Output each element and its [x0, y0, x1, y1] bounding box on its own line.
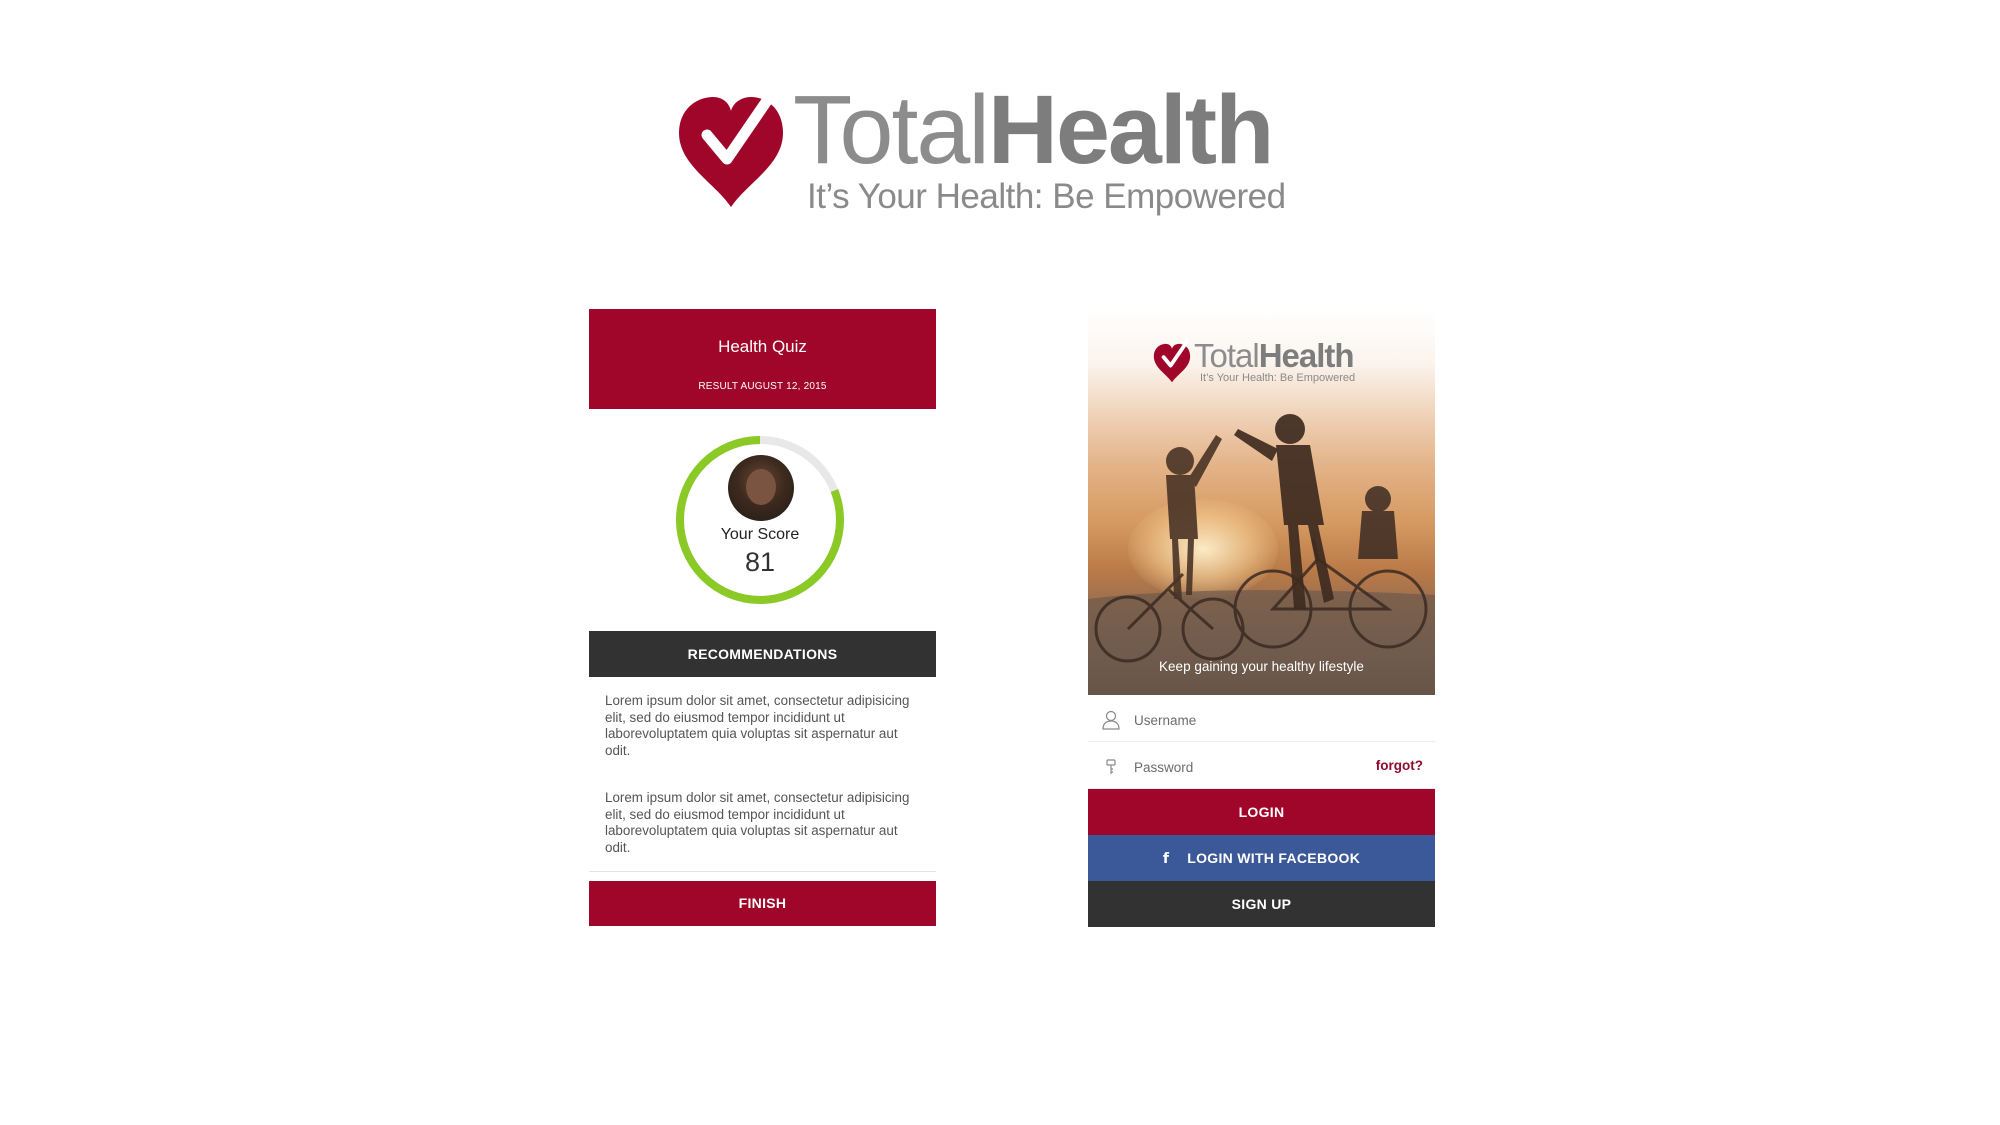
quiz-header: Health Quiz RESULT AUGUST 12, 2015: [589, 309, 936, 409]
sign-up-button[interactable]: SIGN UP: [1088, 881, 1435, 927]
password-field: forgot?: [1088, 745, 1435, 789]
score-value: 81: [744, 547, 776, 577]
heart-check-logo-icon: [1153, 339, 1191, 383]
forgot-password-link[interactable]: forgot?: [1376, 758, 1423, 773]
username-input[interactable]: [1134, 706, 1354, 734]
divider: [589, 871, 936, 872]
quiz-result-date: RESULT AUGUST 12, 2015: [698, 381, 827, 392]
username-field: [1088, 698, 1435, 742]
login-with-facebook-button[interactable]: f LOGIN WITH FACEBOOK: [1088, 835, 1435, 881]
brand-tagline: It’s Your Health: Be Empowered: [1200, 372, 1356, 384]
finish-button[interactable]: FINISH: [589, 881, 936, 926]
facebook-f-icon: f: [1162, 851, 1170, 867]
totalhealth-logo: TotalHealth It’s Your Health: Be Empower…: [675, 75, 1286, 225]
hero-logo: TotalHealth It’s Your Health: Be Empower…: [1150, 337, 1380, 387]
recommendation-paragraph: Lorem ipsum dolor sit amet, consectetur …: [605, 790, 910, 855]
user-avatar: [728, 455, 794, 521]
brand-wordmark: TotalHealth: [793, 75, 1274, 184]
quiz-title: Health Quiz: [718, 337, 807, 356]
recommendation-paragraph: Lorem ipsum dolor sit amet, consectetur …: [605, 693, 910, 758]
brand-wordmark: TotalHealth: [1194, 337, 1355, 374]
login-with-facebook-label: LOGIN WITH FACEBOOK: [1187, 850, 1361, 866]
user-icon: [1102, 710, 1120, 730]
recommendations-header: RECOMMENDATIONS: [589, 631, 936, 677]
password-input[interactable]: [1134, 753, 1354, 781]
health-quiz-screen: Health Quiz RESULT AUGUST 12, 2015 Your …: [589, 309, 936, 926]
heart-check-logo-icon: [679, 83, 783, 207]
score-label: Your Score: [720, 526, 800, 543]
brand-tagline: It’s Your Health: Be Empowered: [807, 177, 1286, 216]
key-icon: [1106, 759, 1116, 774]
hero-banner: TotalHealth It’s Your Health: Be Empower…: [1088, 309, 1435, 695]
family-bikes-photo: [1088, 414, 1435, 695]
login-screen: TotalHealth It’s Your Health: Be Empower…: [1088, 309, 1435, 927]
login-button[interactable]: LOGIN: [1088, 789, 1435, 835]
hero-caption: Keep gaining your healthy lifestyle: [1159, 659, 1364, 674]
